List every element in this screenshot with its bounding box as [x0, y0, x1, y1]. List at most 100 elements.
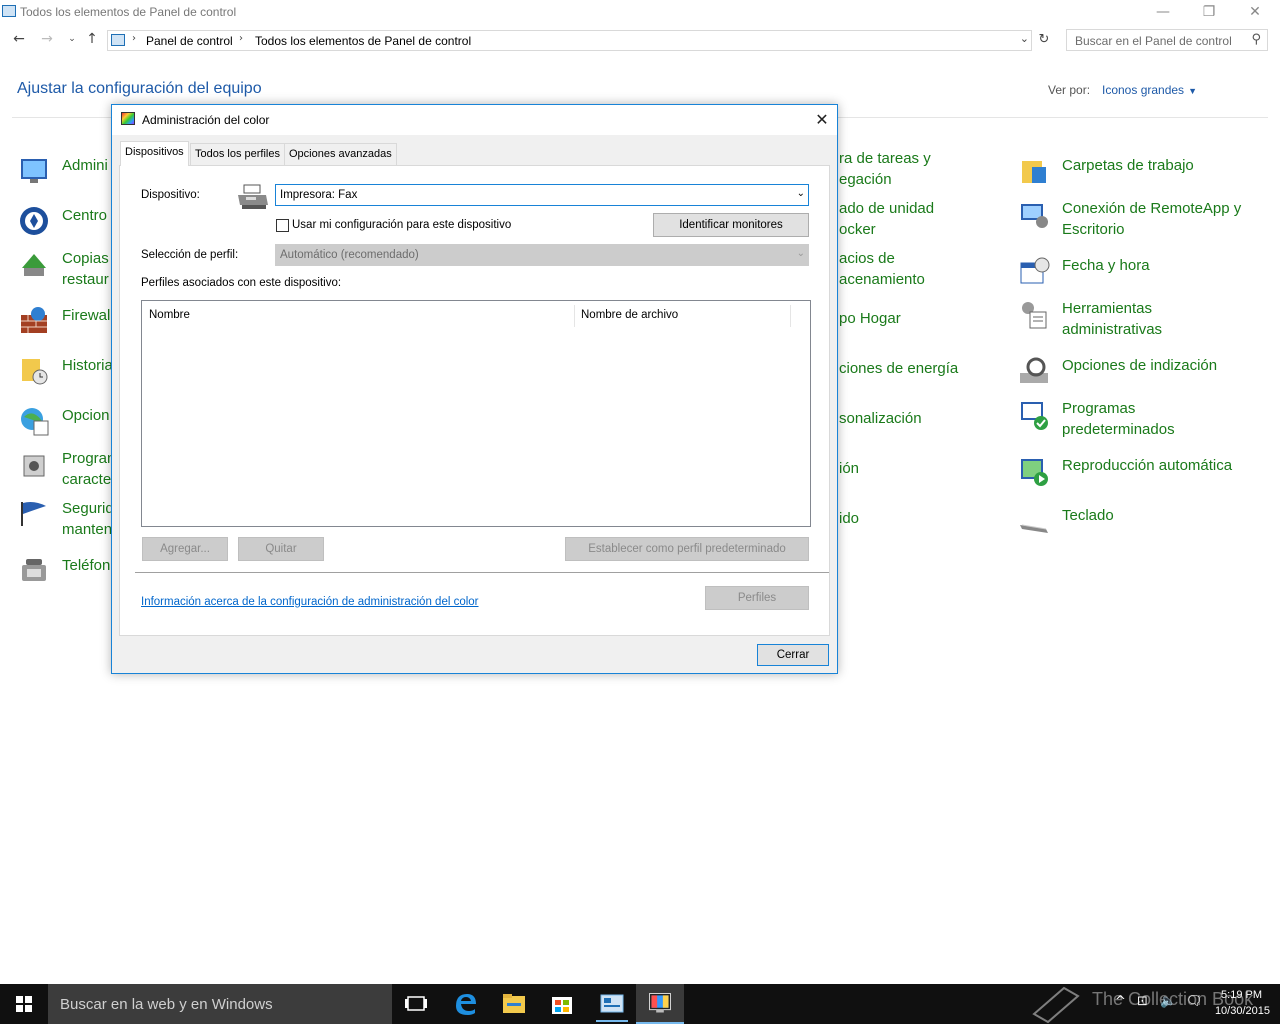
windows-start-icon[interactable]: [0, 984, 48, 1024]
color-management-taskbar-icon[interactable]: [636, 984, 684, 1024]
phone-modem-icon: [22, 559, 46, 581]
cp-item-label: ra de tareas y egación: [839, 150, 931, 188]
control-panel-icon: [2, 5, 16, 17]
internet-options-icon: [21, 408, 49, 436]
cp-item-label: Admini: [62, 157, 108, 174]
column-separator[interactable]: [790, 305, 791, 327]
chevron-down-icon: ⌄: [796, 248, 805, 259]
autoplay-icon: [1021, 459, 1048, 486]
cp-item-label: Firewal: [62, 307, 111, 324]
restore-button[interactable]: ❐: [1186, 0, 1232, 26]
use-settings-checkbox[interactable]: [276, 219, 289, 232]
date-time-icon: [1020, 257, 1050, 284]
column-header-name[interactable]: Nombre: [149, 309, 190, 321]
remove-button[interactable]: Quitar: [238, 537, 324, 561]
view-by-dropdown[interactable]: Iconos grandes ▼: [1102, 83, 1197, 97]
recent-locations-button[interactable]: ⌄: [62, 28, 82, 52]
profile-selection-dropdown[interactable]: Automático (recomendado) ⌄: [275, 244, 809, 266]
device-label: Dispositivo:: [141, 189, 200, 201]
column-separator[interactable]: [574, 305, 575, 327]
window-titlebar: Todos los elementos de Panel de control …: [0, 0, 1280, 26]
profile-selection-label: Selección de perfil:: [141, 249, 239, 261]
forward-button[interactable]: →: [37, 28, 57, 52]
refresh-button[interactable]: ↻: [1034, 30, 1054, 50]
search-icon[interactable]: ⚲: [1251, 32, 1261, 47]
tab-advanced[interactable]: Opciones avanzadas: [284, 143, 397, 165]
up-button[interactable]: ↑: [82, 28, 102, 52]
store-icon[interactable]: [538, 984, 586, 1024]
color-info-link[interactable]: Información acerca de la configuración d…: [141, 596, 479, 608]
edge-browser-icon[interactable]: [442, 984, 490, 1024]
network-icon[interactable]: ⊡: [1137, 994, 1148, 1009]
clock-time[interactable]: 5:19 PM: [1221, 989, 1262, 1001]
profiles-button[interactable]: Perfiles: [705, 586, 809, 610]
tab-panel: Dispositivo: Impresora: Fax ⌄ Usar mi co…: [119, 165, 830, 636]
cp-item-label: Teclado: [1062, 507, 1114, 524]
backup-icon: [22, 254, 46, 276]
cp-item-label: Opciones de indización: [1062, 357, 1218, 374]
breadcrumb-control-panel[interactable]: Panel de control: [146, 34, 233, 48]
remoteapp-icon: [1021, 204, 1048, 228]
admin-icon: [21, 159, 47, 183]
taskbar: Buscar en la web y en Windows The Collec…: [0, 984, 1280, 1024]
volume-icon[interactable]: 🔈: [1160, 994, 1176, 1009]
cp-item-label: acios de acenamiento: [839, 250, 925, 288]
sync-center-icon: [20, 207, 48, 235]
taskbar-search-placeholder: Buscar en la web y en Windows: [60, 996, 273, 1013]
cp-item-label: ciones de energía: [839, 360, 959, 377]
chevron-down-icon[interactable]: ⌄: [1020, 32, 1029, 45]
tab-all-profiles[interactable]: Todos los perfiles: [190, 143, 285, 165]
cp-item-label: Historia: [62, 357, 113, 374]
control-panel-taskbar-icon[interactable]: [588, 984, 636, 1024]
cp-item-label: Opcion: [62, 407, 110, 424]
close-button[interactable]: Cerrar: [757, 644, 829, 666]
caret-down-icon: ▼: [1188, 86, 1197, 96]
cp-item-label: Reproducción automática: [1062, 457, 1233, 474]
profile-selection-value: Automático (recomendado): [280, 249, 419, 261]
taskbar-search-input[interactable]: Buscar en la web y en Windows: [48, 984, 392, 1024]
cp-item-label: Fecha y hora: [1062, 257, 1150, 274]
divider: [135, 572, 829, 573]
window-title: Todos los elementos de Panel de control: [20, 5, 237, 19]
cp-item-label: Teléfon: [62, 557, 111, 574]
chevron-right-icon: ›: [132, 33, 136, 44]
chevron-right-icon: ›: [239, 33, 243, 44]
add-button[interactable]: Agregar...: [142, 537, 228, 561]
action-center-icon[interactable]: 🗨: [1186, 994, 1203, 1009]
cp-item-label: po Hogar: [839, 310, 901, 327]
printer-icon: [238, 184, 268, 209]
dialog-titlebar: Administración del color ✕: [112, 105, 837, 135]
use-settings-label[interactable]: Usar mi configuración para este disposit…: [292, 219, 511, 231]
search-input[interactable]: Buscar en el Panel de control ⚲: [1066, 29, 1268, 51]
cp-item-label: sonalización: [839, 410, 922, 427]
minimize-button[interactable]: —: [1140, 0, 1186, 26]
color-management-dialog: Administración del color ✕ Dispositivos …: [111, 104, 838, 674]
close-window-button[interactable]: ✕: [1232, 0, 1278, 26]
column-header-filename[interactable]: Nombre de archivo: [581, 309, 678, 321]
set-default-profile-button[interactable]: Establecer como perfil predeterminado: [565, 537, 809, 561]
page-title: Ajustar la configuración del equipo: [17, 80, 262, 97]
indexing-icon: [1020, 357, 1048, 383]
address-bar[interactable]: › Panel de control › Todos los elementos…: [107, 30, 1032, 51]
file-history-icon: [22, 359, 48, 385]
chevron-up-icon[interactable]: ^: [1115, 994, 1126, 1009]
cp-item-label: Herramientas administrativas: [1062, 300, 1163, 338]
tab-devices[interactable]: Dispositivos: [120, 141, 189, 166]
search-placeholder: Buscar en el Panel de control: [1075, 34, 1232, 48]
work-folders-icon: [1022, 161, 1046, 183]
back-button[interactable]: ←: [9, 28, 29, 52]
identify-monitors-button[interactable]: Identificar monitores: [653, 213, 809, 237]
breadcrumb-all-items[interactable]: Todos los elementos de Panel de control: [255, 34, 471, 48]
clock-date[interactable]: 10/30/2015: [1215, 1005, 1270, 1017]
programs-features-icon: [23, 455, 45, 477]
cp-item-label: Segurid manten: [62, 500, 114, 538]
device-value: Impresora: Fax: [280, 189, 358, 201]
file-explorer-icon[interactable]: [490, 984, 538, 1024]
device-dropdown[interactable]: Impresora: Fax ⌄: [275, 184, 809, 206]
dialog-close-button[interactable]: ✕: [807, 105, 837, 135]
cp-item-label: Conexión de RemoteApp y Escritorio: [1062, 200, 1242, 238]
profiles-list[interactable]: Nombre Nombre de archivo: [141, 300, 811, 527]
cp-item-label: Programas predeterminados: [1062, 400, 1175, 438]
view-by-value: Iconos grandes: [1102, 83, 1185, 97]
task-view-icon[interactable]: [392, 984, 440, 1024]
